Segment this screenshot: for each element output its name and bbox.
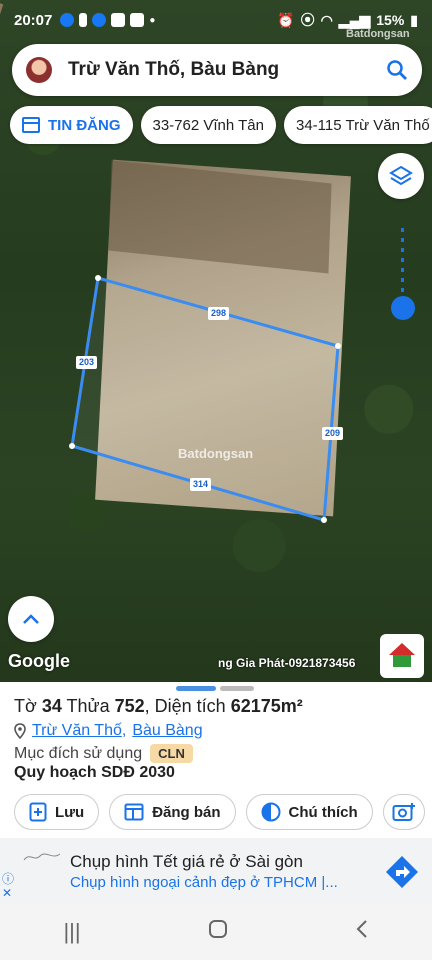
ad-headline[interactable]: Chụp hình Tết giá rẻ ở Sài gòn (70, 852, 303, 872)
location-pin-icon (14, 723, 26, 739)
opacity-slider-handle[interactable] (391, 296, 415, 320)
add-photo-icon (392, 803, 415, 821)
status-bar: 20:07 ● ⏰ ⦿ ◠ ▂▄▆ 15% ▮ (0, 0, 432, 40)
agency-logo[interactable] (380, 634, 424, 678)
parcel-area: 62175m² (230, 696, 303, 716)
search-title[interactable]: Trừ Văn Thố, Bàu Bàng (68, 59, 386, 81)
avatar[interactable] (26, 57, 52, 83)
notification-icon (79, 13, 88, 27)
location-icon: ⦿ (300, 12, 315, 28)
ad-description[interactable]: Chụp hình ngoại cảnh đẹp ở TPHCM |... (70, 874, 338, 891)
parcel-info-sheet: Tờ 34 Thửa 752, Diện tích 62175m² Trừ Vă… (0, 682, 432, 838)
search-bar[interactable]: Trừ Văn Thố, Bàu Bàng (12, 44, 422, 96)
edge-label-top: 298 (208, 307, 230, 320)
facebook-icon (60, 13, 75, 27)
status-time: 20:07 (14, 11, 53, 29)
chip-listings[interactable]: TIN ĐĂNG (10, 106, 133, 144)
signal-icon: ▂▄▆ (338, 11, 371, 28)
parcel-summary: Tờ 34 Thửa 752, Diện tích 62175m² (14, 696, 303, 717)
gallery-icon (111, 13, 126, 27)
signature-logo-icon (23, 853, 61, 861)
wifi-icon: ◠ (320, 11, 333, 28)
sheet-handle[interactable] (220, 686, 254, 691)
listing-icon (124, 803, 144, 821)
action-row: Lưu Đăng bán Chú thích (14, 794, 425, 830)
layers-icon (389, 165, 413, 186)
chip-label: 34-115 Trừ Văn Thố (295, 116, 430, 134)
back-icon[interactable] (355, 919, 369, 945)
parcel-number: 752 (114, 696, 145, 716)
post-sale-button[interactable]: Đăng bán (109, 794, 236, 830)
parcel-prefix: Tờ (14, 696, 42, 716)
chevron-up-icon (23, 614, 39, 624)
district-link[interactable]: Bàu Bàng (132, 722, 202, 740)
expand-up-button[interactable] (8, 596, 54, 642)
watermark-center: Batdongsan (178, 446, 254, 461)
ad-choice-icons[interactable]: ⓘ ✕ (2, 872, 14, 900)
notification-icons: ● (60, 13, 155, 27)
sheet-number: 34 (41, 696, 62, 716)
save-label: Lưu (55, 803, 85, 821)
contrast-icon (261, 802, 281, 822)
status-right: ⏰ ⦿ ◠ ▂▄▆ 15% ▮ (277, 10, 418, 30)
parcel-address: Trừ Văn Thố, Bàu Bàng (14, 722, 203, 740)
plan-title: Quy hoạch SDĐ 2030 (14, 764, 175, 781)
search-icon[interactable] (386, 59, 408, 81)
listing-icon (22, 117, 40, 133)
info-icon[interactable]: ⓘ (2, 872, 14, 886)
more-dot-icon: ● (149, 14, 156, 26)
battery-icon: ▮ (410, 11, 418, 28)
chip-parcel-vinh-tan[interactable]: 33-762 Vĩnh Tân (140, 106, 276, 144)
street-link[interactable]: Trừ Văn Thố (32, 722, 122, 740)
layers-button[interactable] (378, 153, 424, 199)
ad-logo (22, 850, 62, 870)
edge-label-left: 203 (76, 356, 98, 369)
chip-label: 33-762 Vĩnh Tân (152, 116, 264, 134)
plot-boundary[interactable] (0, 0, 432, 682)
save-doc-icon (29, 802, 47, 822)
post-sale-label: Đăng bán (152, 803, 221, 821)
close-icon[interactable]: ✕ (2, 886, 14, 900)
google-logo: Google (8, 651, 70, 671)
purpose-badge[interactable]: CLN (150, 744, 193, 763)
sheet-handle-active[interactable] (176, 686, 216, 691)
edge-label-bottom: 314 (190, 478, 212, 491)
chip-label: TIN ĐĂNG (48, 116, 121, 134)
system-nav-bar: ||| (0, 904, 432, 960)
battery-percent: 15% (376, 12, 405, 28)
map-ad-text: ng Gia Phát-0921873456 (218, 656, 356, 670)
home-icon[interactable] (208, 919, 228, 945)
chip-row: TIN ĐĂNG 33-762 Vĩnh Tân 34-115 Trừ Văn … (10, 106, 432, 144)
edge-label-right: 209 (322, 427, 344, 440)
house-logo-icon (389, 643, 415, 667)
address-separator: , (121, 722, 127, 739)
legend-label: Chú thích (288, 803, 358, 821)
area-prefix: , Diện tích (144, 696, 231, 716)
add-photo-button[interactable] (382, 794, 425, 830)
alarm-icon: ⏰ (277, 11, 295, 28)
save-button[interactable]: Lưu (14, 794, 100, 830)
directions-arrow-icon[interactable] (384, 854, 420, 890)
ad-banner[interactable]: ⓘ ✕ Chụp hình Tết giá rẻ ở Sài gòn Chụp … (0, 838, 432, 904)
legend-button[interactable]: Chú thích (245, 794, 373, 830)
zalo-icon (130, 13, 145, 27)
land-purpose: Mục đích sử dụng CLN (14, 744, 193, 763)
satellite-map[interactable]: 298 203 209 314 Batdongsan Batdongsan Go… (0, 0, 432, 682)
purpose-label: Mục đích sử dụng (14, 744, 143, 762)
messenger-icon (92, 13, 107, 27)
recent-apps-icon[interactable]: ||| (63, 919, 80, 945)
parcel-mid: Thửa (61, 696, 115, 716)
chip-parcel-tru-van-tho[interactable]: 34-115 Trừ Văn Thố (283, 106, 432, 144)
